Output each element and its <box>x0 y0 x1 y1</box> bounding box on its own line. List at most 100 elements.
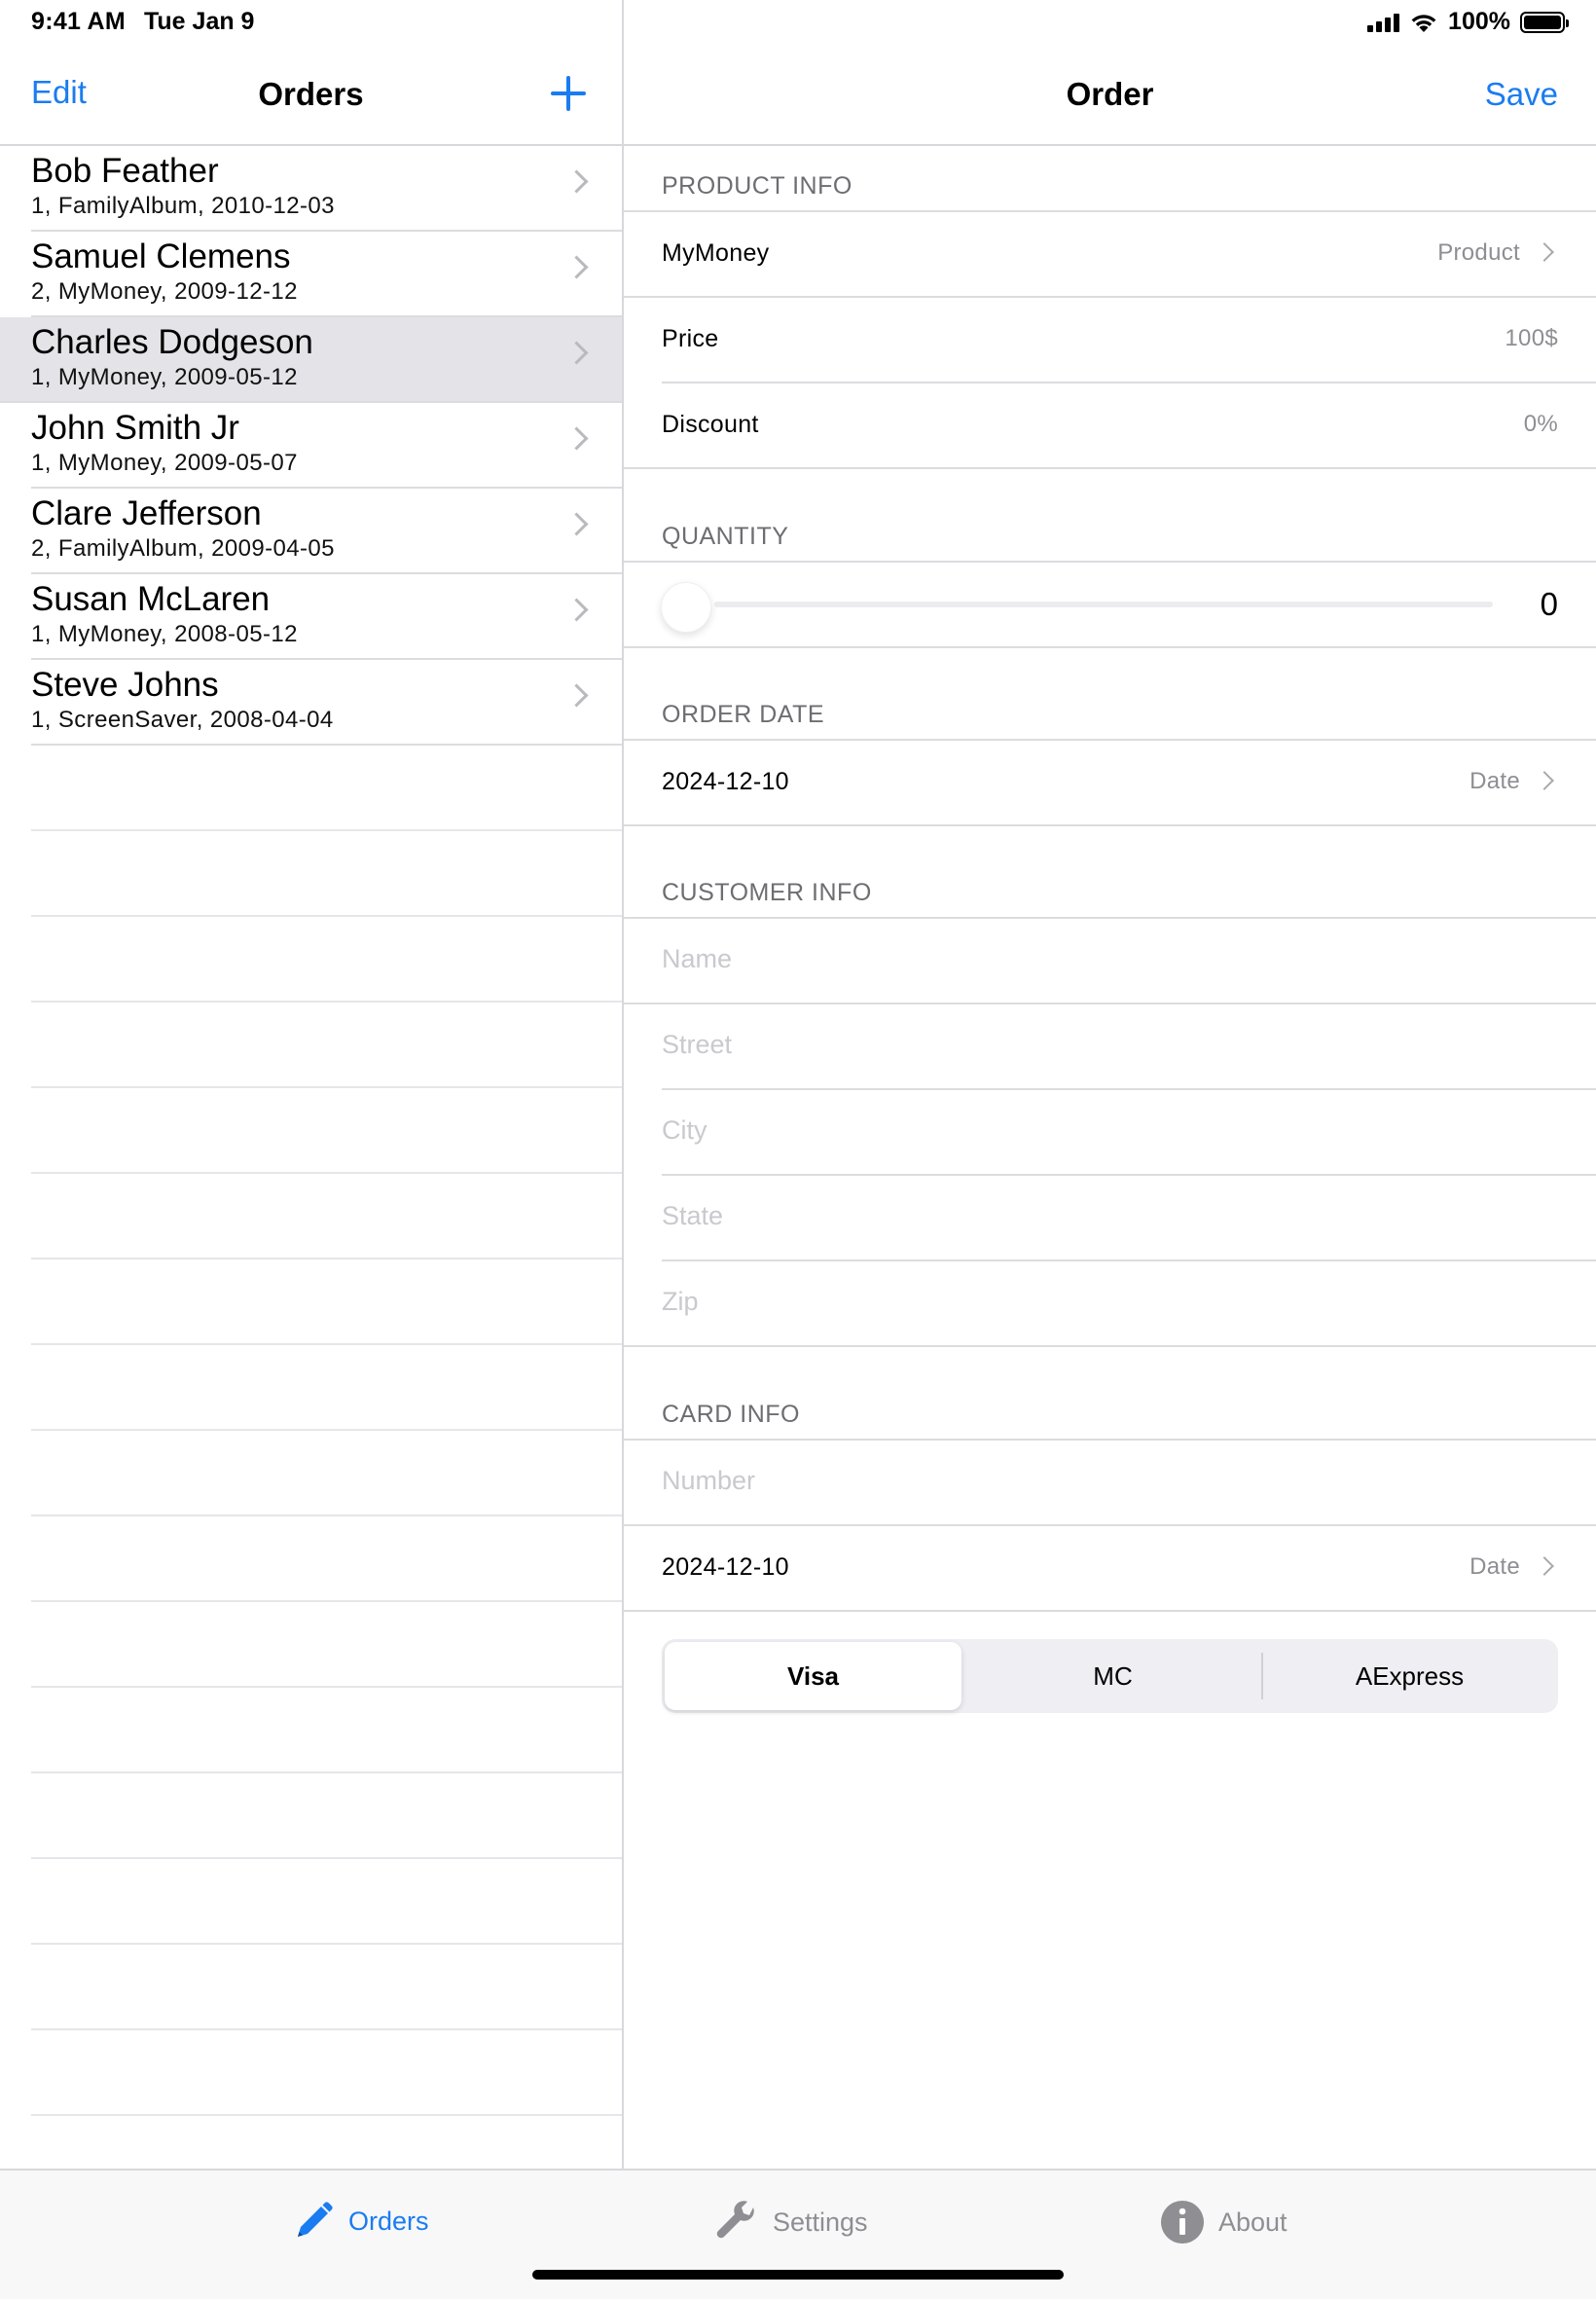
status-time: 9:41 AM <box>31 8 127 35</box>
empty-row <box>31 917 622 1003</box>
order-row[interactable]: Bob Feather 1, FamilyAlbum, 2010-12-03 <box>31 146 622 232</box>
chevron-right-icon <box>564 255 589 279</box>
empty-row <box>31 1088 622 1174</box>
cellular-signal-icon <box>1367 13 1400 32</box>
order-row[interactable]: John Smith Jr 1, MyMoney, 2009-05-07 <box>31 403 622 489</box>
orders-list: Bob Feather 1, FamilyAlbum, 2010-12-03 S… <box>0 146 622 2116</box>
customer-street-field[interactable]: Street <box>662 1004 1596 1090</box>
status-bar: 9:41 AM Tue Jan 9 100% <box>0 0 1596 45</box>
price-value: 100$ <box>1505 325 1558 351</box>
tab-bar: Orders Settings About <box>0 2169 1596 2299</box>
tab-settings[interactable]: Settings <box>714 2200 868 2244</box>
tab-about-label: About <box>1218 2207 1288 2237</box>
section-header-customer-info: CUSTOMER INFO <box>662 879 872 906</box>
tab-about[interactable]: About <box>1160 2200 1288 2244</box>
home-indicator <box>532 2270 1064 2280</box>
customer-name-field[interactable]: Name <box>624 917 1596 1004</box>
pencil-icon <box>298 2202 333 2237</box>
customer-state-field[interactable]: State <box>662 1176 1596 1261</box>
order-navbar: Order Save <box>624 45 1596 146</box>
card-expiry-value: 2024-12-10 <box>662 1553 789 1581</box>
order-row[interactable]: Samuel Clemens 2, MyMoney, 2009-12-12 <box>31 232 622 317</box>
quantity-slider-track[interactable] <box>714 602 1493 607</box>
customer-city-field[interactable]: City <box>662 1090 1596 1176</box>
chevron-right-icon <box>1535 1556 1554 1576</box>
discount-label: Discount <box>662 411 759 438</box>
empty-row <box>31 2030 622 2116</box>
order-details: 1, FamilyAlbum, 2010-12-03 <box>31 193 335 219</box>
card-number-field[interactable]: Number <box>624 1439 1596 1526</box>
card-type-segmented-control: Visa MC AExpress <box>662 1639 1558 1713</box>
empty-row <box>31 1773 622 1859</box>
zip-placeholder: Zip <box>662 1287 699 1316</box>
section-header-quantity: QUANTITY <box>662 523 789 550</box>
status-date: Tue Jan 9 <box>144 8 255 35</box>
street-placeholder: Street <box>662 1030 733 1059</box>
order-row[interactable]: Steve Johns 1, ScreenSaver, 2008-04-04 <box>31 660 622 746</box>
segment-visa[interactable]: Visa <box>665 1642 961 1710</box>
battery-icon <box>1520 11 1569 33</box>
order-customer-name: Samuel Clemens <box>31 237 291 275</box>
order-row[interactable]: Clare Jefferson 2, FamilyAlbum, 2009-04-… <box>31 489 622 574</box>
orders-title: Orders <box>258 76 364 112</box>
state-placeholder: State <box>662 1201 724 1230</box>
chevron-right-icon <box>564 426 589 451</box>
card-expiry-cell[interactable]: 2024-12-10 Date <box>624 1526 1596 1612</box>
empty-row <box>31 746 622 831</box>
orders-navbar: Edit Orders <box>0 45 622 146</box>
empty-row <box>31 1259 622 1345</box>
customer-zip-field[interactable]: Zip <box>624 1261 1596 1347</box>
empty-row <box>31 1174 622 1259</box>
chevron-right-icon <box>1535 771 1554 790</box>
order-customer-name: Charles Dodgeson <box>31 323 313 361</box>
order-date-cell[interactable]: 2024-12-10 Date <box>624 739 1596 826</box>
empty-row <box>31 1431 622 1516</box>
empty-row <box>31 1003 622 1088</box>
chevron-right-icon <box>564 341 589 365</box>
city-placeholder: City <box>662 1115 707 1145</box>
order-date-value: 2024-12-10 <box>662 768 789 795</box>
price-cell[interactable]: Price 100$ <box>662 298 1596 383</box>
save-button[interactable]: Save <box>1485 76 1558 113</box>
product-cell[interactable]: MyMoney Product <box>624 210 1596 298</box>
quantity-slider-knob[interactable] <box>661 582 711 633</box>
quantity-value: 0 <box>1540 586 1558 622</box>
empty-row <box>31 1345 622 1431</box>
product-name: MyMoney <box>662 239 770 267</box>
tab-orders-label: Orders <box>348 2206 429 2236</box>
order-details: 1, MyMoney, 2009-05-12 <box>31 364 298 390</box>
order-row[interactable]: Susan McLaren 1, MyMoney, 2008-05-12 <box>31 574 622 660</box>
section-header-order-date: ORDER DATE <box>662 701 825 728</box>
card-number-placeholder: Number <box>662 1466 756 1495</box>
segment-aexpress[interactable]: AExpress <box>1261 1639 1558 1713</box>
empty-row <box>31 1859 622 1945</box>
product-value: Product <box>1437 239 1520 266</box>
segment-mc[interactable]: MC <box>964 1639 1261 1713</box>
add-order-button[interactable] <box>551 76 586 111</box>
empty-row <box>31 1688 622 1773</box>
chevron-right-icon <box>1535 242 1554 262</box>
order-customer-name: Steve Johns <box>31 666 219 704</box>
order-row-selected[interactable]: Charles Dodgeson 1, MyMoney, 2009-05-12 <box>0 317 622 403</box>
tab-orders[interactable]: Orders <box>292 2200 429 2243</box>
chevron-right-icon <box>564 598 589 622</box>
empty-row <box>31 1602 622 1688</box>
order-customer-name: John Smith Jr <box>31 409 239 447</box>
wifi-icon <box>1411 14 1436 32</box>
orders-pane: Edit Orders Bob Feather 1, FamilyAlbum, … <box>0 45 622 2169</box>
empty-row <box>31 831 622 917</box>
card-expiry-label: Date <box>1469 1553 1520 1580</box>
discount-cell[interactable]: Discount 0% <box>624 383 1596 469</box>
empty-row <box>31 1945 622 2030</box>
section-header-card-info: CARD INFO <box>662 1401 800 1428</box>
battery-percent: 100% <box>1448 8 1510 35</box>
empty-list-rows <box>0 746 622 2116</box>
order-details: 1, MyMoney, 2009-05-07 <box>31 450 298 476</box>
price-label: Price <box>662 325 719 352</box>
status-indicators: 100% <box>1367 8 1569 36</box>
empty-row <box>31 1516 622 1602</box>
order-customer-name: Bob Feather <box>31 152 219 190</box>
order-details: 1, MyMoney, 2008-05-12 <box>31 621 298 647</box>
order-details: 1, ScreenSaver, 2008-04-04 <box>31 707 334 733</box>
order-customer-name: Clare Jefferson <box>31 494 262 532</box>
